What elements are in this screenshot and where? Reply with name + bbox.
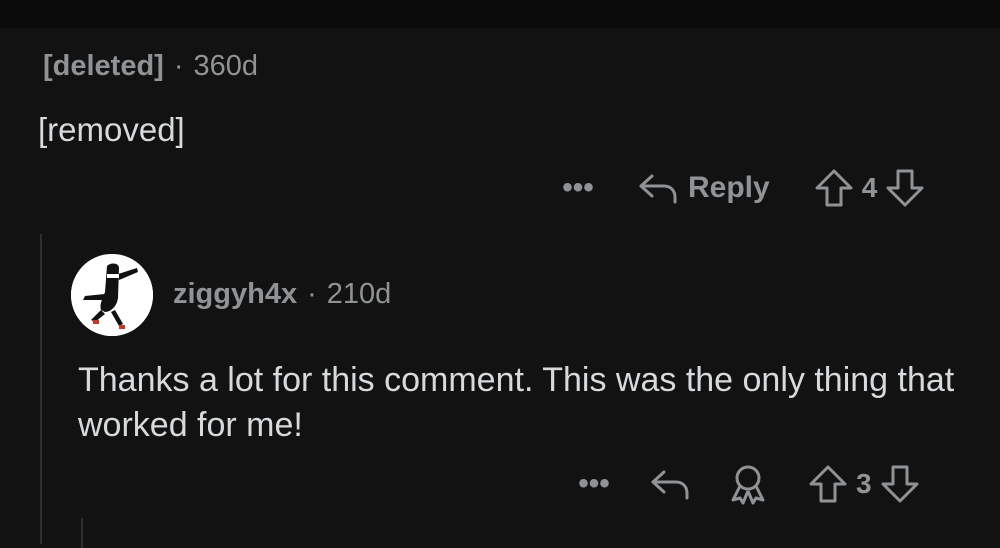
reply-arrow-icon[interactable]: [650, 466, 690, 502]
comment-meta: ziggyh4x · 210d: [173, 278, 391, 311]
comment-actions: ••• Reply 4: [556, 166, 925, 210]
more-options-button[interactable]: •••: [572, 469, 616, 499]
thread-line[interactable]: [81, 518, 83, 548]
reply-button[interactable]: Reply: [638, 170, 770, 206]
avatar[interactable]: [71, 254, 153, 336]
more-options-button[interactable]: •••: [556, 173, 600, 203]
comment-body: Thanks a lot for this comment. This was …: [78, 361, 955, 444]
meta-separator: ·: [173, 50, 184, 82]
reply-arrow-icon: [638, 170, 678, 206]
comment-author[interactable]: [deleted]: [43, 50, 164, 82]
downvote-arrow-icon[interactable]: [880, 464, 920, 504]
comment-body: [removed]: [38, 111, 185, 148]
award-icon[interactable]: [728, 463, 768, 505]
comment-age: 210d: [326, 278, 392, 310]
reply-label: Reply: [688, 171, 770, 204]
comment-meta: [deleted] · 360d: [43, 50, 258, 83]
downvote-arrow-icon[interactable]: [885, 168, 925, 208]
meta-separator: ·: [307, 278, 317, 310]
comment-actions: ••• 3: [572, 462, 920, 506]
upvote-arrow-icon[interactable]: [814, 168, 854, 208]
comment-age: 360d: [193, 50, 259, 82]
upvote-arrow-icon[interactable]: [808, 464, 848, 504]
vote-score: 3: [856, 468, 872, 499]
top-bar: [0, 0, 1000, 28]
thread-line[interactable]: [40, 234, 42, 544]
vote-score: 4: [861, 172, 878, 203]
comment-author[interactable]: ziggyh4x: [173, 278, 297, 310]
